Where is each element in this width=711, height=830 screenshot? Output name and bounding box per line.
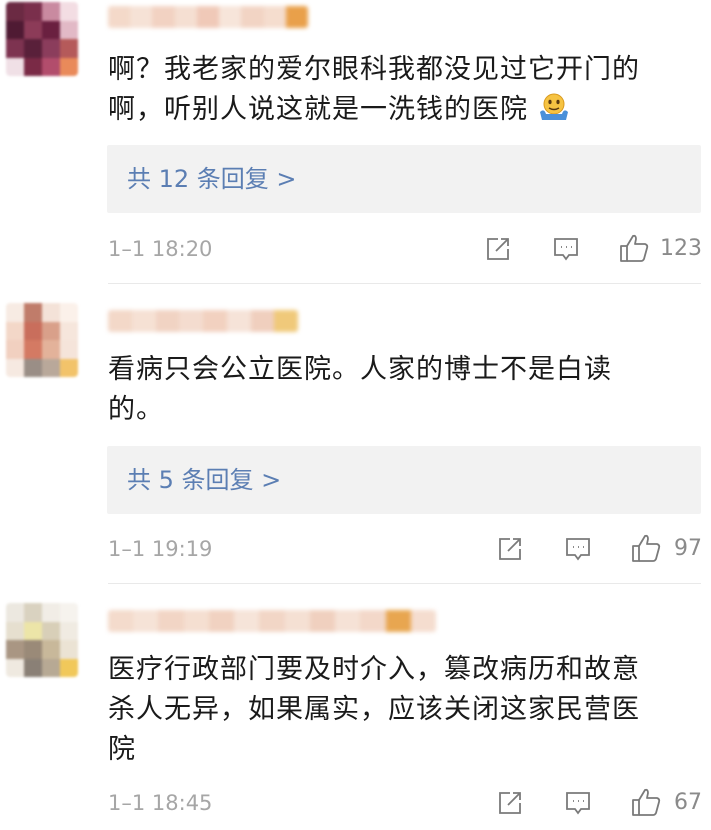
like-count: 123 <box>660 236 702 261</box>
replies-link[interactable]: 共 5 条回复 > <box>107 446 701 514</box>
like-icon[interactable] <box>630 786 662 818</box>
like-icon[interactable] <box>630 532 662 564</box>
comment-meta: 1–1 18:20 123 <box>108 232 702 266</box>
comment-meta: 1–1 19:19 97 <box>108 532 702 566</box>
avatar[interactable] <box>6 303 78 377</box>
comment-text: 医疗行政部门要及时介入，篡改病历和故意 杀人无异，如果属实，应该关闭这家民营医 … <box>108 654 640 765</box>
share-icon[interactable] <box>496 789 524 817</box>
share-icon[interactable] <box>496 535 524 563</box>
timestamp: 1–1 19:19 <box>108 537 213 561</box>
comment-icon[interactable] <box>564 789 592 817</box>
divider <box>108 283 701 284</box>
comment-icon[interactable] <box>564 535 592 563</box>
avatar[interactable] <box>6 2 78 76</box>
share-icon[interactable] <box>484 235 512 263</box>
comment-icon[interactable] <box>552 235 580 263</box>
timestamp: 1–1 18:45 <box>108 791 213 815</box>
like-count: 67 <box>674 790 702 815</box>
shrug-emoji-icon <box>538 90 568 120</box>
timestamp: 1–1 18:20 <box>108 237 213 261</box>
like-icon[interactable] <box>618 232 650 264</box>
comment-text: 啊？我老家的爱尔眼科我都没见过它开门的 啊，听别人说这就是一洗钱的医院 <box>108 54 640 125</box>
username-blurred[interactable] <box>108 610 436 632</box>
username-blurred[interactable] <box>108 310 298 332</box>
like-count: 97 <box>674 536 702 561</box>
replies-link[interactable]: 共 12 条回复 > <box>107 145 701 213</box>
comment-text: 看病只会公立医院。人家的博士不是白读 的。 <box>108 354 612 425</box>
username-blurred[interactable] <box>108 6 308 28</box>
avatar[interactable] <box>6 603 78 677</box>
comment-meta: 1–1 18:45 67 <box>108 786 702 820</box>
divider <box>108 583 701 584</box>
